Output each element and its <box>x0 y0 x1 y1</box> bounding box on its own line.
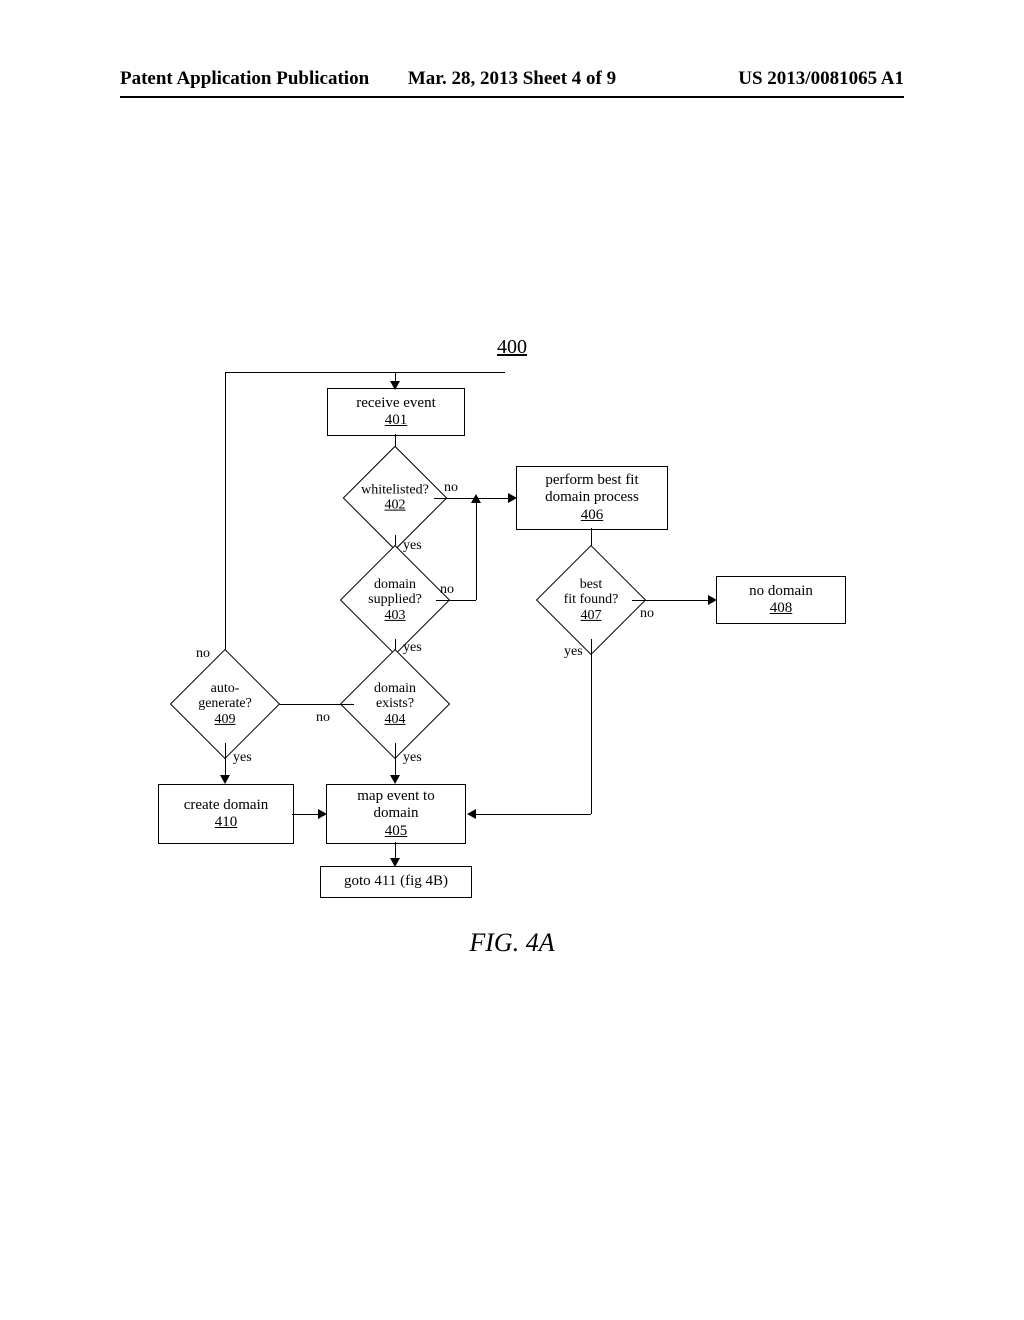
node-405-l2: domain <box>374 805 419 822</box>
node-auto-generate: auto- generate? 409 <box>186 665 264 743</box>
node-best-fit-found: best fit found? 407 <box>552 561 630 639</box>
node-410-text: create domain <box>184 797 269 814</box>
node-create-domain: create domain 410 <box>158 784 294 844</box>
node-perform-best-fit: perform best fit domain process 406 <box>516 466 668 530</box>
node-401-id: 401 <box>385 412 408 429</box>
figure-caption: FIG. 4A <box>0 928 1024 958</box>
node-408-text: no domain <box>749 583 813 600</box>
edge-402-yes: yes <box>403 538 422 554</box>
node-goto-411: goto 411 (fig 4B) <box>320 866 472 898</box>
node-404-label: domain exists? 404 <box>348 681 442 727</box>
node-domain-exists: domain exists? 404 <box>356 665 434 743</box>
node-406-l1: perform best fit <box>545 472 638 489</box>
node-408-id: 408 <box>770 600 793 617</box>
flowchart-canvas: receive event 401 whitelisted? 402 no ye… <box>0 0 1024 1320</box>
node-405-id: 405 <box>385 823 408 840</box>
node-whitelisted: whitelisted? 402 <box>358 461 432 535</box>
page: Patent Application Publication Mar. 28, … <box>0 0 1024 1320</box>
edge-409-yes: yes <box>233 750 252 766</box>
edge-403-no: no <box>440 582 454 598</box>
edge-407-no: no <box>640 606 654 622</box>
node-405-l1: map event to <box>357 788 434 805</box>
edge-409-no: no <box>196 646 210 662</box>
edge-404-yes: yes <box>403 750 422 766</box>
node-403-label: domain supplied? 403 <box>348 577 442 623</box>
edge-407-yes: yes <box>564 644 583 660</box>
node-map-event-to-domain: map event to domain 405 <box>326 784 466 844</box>
edge-402-no: no <box>444 480 458 496</box>
edge-403-yes: yes <box>403 640 422 656</box>
node-402-label: whitelisted? 402 <box>351 483 440 514</box>
edge-404-no: no <box>316 710 330 726</box>
node-407-label: best fit found? 407 <box>544 577 638 623</box>
node-receive-event: receive event 401 <box>327 388 465 436</box>
node-domain-supplied: domain supplied? 403 <box>356 561 434 639</box>
node-411-text: goto 411 (fig 4B) <box>344 873 448 890</box>
node-406-id: 406 <box>581 507 604 524</box>
node-409-label: auto- generate? 409 <box>178 681 272 727</box>
node-no-domain: no domain 408 <box>716 576 846 624</box>
node-401-text: receive event <box>356 395 436 412</box>
node-410-id: 410 <box>215 814 238 831</box>
node-406-l2: domain process <box>545 489 639 506</box>
